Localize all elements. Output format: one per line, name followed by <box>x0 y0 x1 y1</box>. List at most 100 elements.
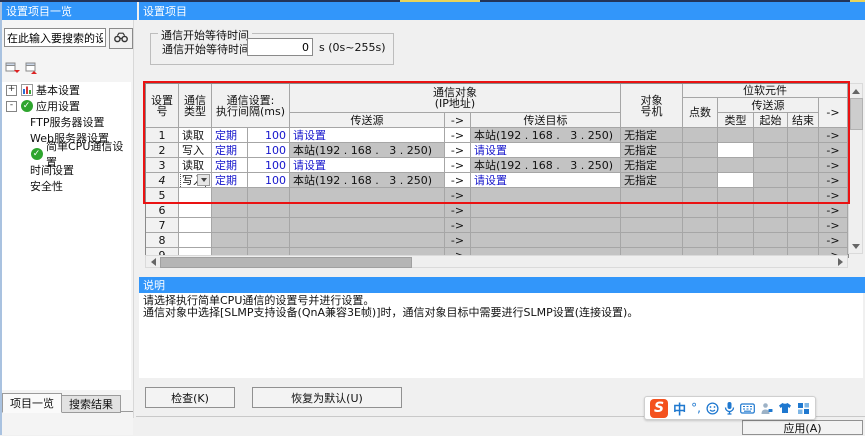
tree-item-应用设置[interactable]: -✓应用设置 <box>2 98 131 114</box>
row-number[interactable]: 3 <box>146 158 179 173</box>
tree-item-简单CPU通信设置[interactable]: ✓简单CPU通信设置 <box>2 146 131 162</box>
transfer-source-cell[interactable]: 本站(192 . 168 . 3 . 250) <box>290 143 445 158</box>
col-header-points: 点数 <box>683 98 718 128</box>
table-horizontal-scrollbar[interactable] <box>145 255 848 268</box>
tab-item-list[interactable]: 项目一览 <box>2 393 62 413</box>
vertical-scroll-thumb[interactable] <box>850 98 863 130</box>
punctuation-icon[interactable]: °, <box>691 401 701 415</box>
row-number[interactable]: 6 <box>146 203 179 218</box>
comm-setting-cell[interactable] <box>212 218 248 233</box>
target-station-cell[interactable]: 无指定 <box>621 128 683 143</box>
sogou-logo-icon[interactable]: S <box>650 399 668 418</box>
target-station-cell[interactable]: 无指定 <box>621 143 683 158</box>
interval-cell[interactable]: 100 <box>248 128 290 143</box>
tree-item-安全性[interactable]: 安全性 <box>2 178 131 194</box>
transfer-source-cell[interactable] <box>290 188 445 203</box>
bit-type-cell[interactable] <box>718 143 754 158</box>
panel-splitter[interactable] <box>133 20 134 418</box>
comm-type-cell[interactable]: 写入 <box>179 173 212 188</box>
target-station-cell[interactable] <box>621 203 683 218</box>
comm-setting-cell[interactable] <box>212 203 248 218</box>
tree-item-基本设置[interactable]: +基本设置 <box>2 82 131 98</box>
transfer-dest-cell[interactable] <box>471 233 621 248</box>
chinese-mode-icon[interactable]: 中 <box>673 399 686 418</box>
comm-setting-cell[interactable]: 定期 <box>212 143 248 158</box>
comm-type-cell[interactable]: 读取 <box>179 128 212 143</box>
person-icon[interactable] <box>760 402 773 415</box>
horizontal-scroll-thumb[interactable] <box>160 257 412 268</box>
settings-panel-title-bar: 设置项目 <box>139 2 865 20</box>
interval-cell[interactable]: 100 <box>248 173 290 188</box>
target-station-cell[interactable] <box>621 233 683 248</box>
collapse-icon[interactable]: - <box>6 101 17 112</box>
tree-item-FTP服务器设置[interactable]: FTP服务器设置 <box>2 114 131 130</box>
col-header-bit-end: 结束 <box>788 113 819 128</box>
microphone-icon[interactable] <box>724 401 735 415</box>
transfer-dest-cell[interactable] <box>471 188 621 203</box>
comm-type-cell[interactable] <box>179 233 212 248</box>
search-input[interactable] <box>4 28 106 47</box>
row-number[interactable]: 7 <box>146 218 179 233</box>
interval-cell[interactable] <box>248 188 290 203</box>
expand-icon[interactable]: + <box>6 85 17 96</box>
dropdown-arrow-icon[interactable] <box>197 174 210 186</box>
transfer-dest-cell[interactable] <box>471 203 621 218</box>
scroll-left-icon[interactable] <box>146 256 159 267</box>
toolbox-grid-icon[interactable] <box>797 402 810 415</box>
search-button[interactable] <box>109 28 133 49</box>
transfer-source-cell[interactable] <box>290 203 445 218</box>
interval-cell[interactable]: 100 <box>248 143 290 158</box>
target-station-cell[interactable]: 无指定 <box>621 173 683 188</box>
transfer-source-cell[interactable] <box>290 218 445 233</box>
comm-setting-cell[interactable]: 定期 <box>212 158 248 173</box>
comm-setting-cell[interactable]: 定期 <box>212 173 248 188</box>
comm-setting-cell[interactable] <box>212 188 248 203</box>
keyboard-icon[interactable] <box>740 403 755 414</box>
comm-setting-cell[interactable] <box>212 233 248 248</box>
transfer-source-cell[interactable]: 请设置 <box>290 128 445 143</box>
table-vertical-scrollbar[interactable] <box>848 83 863 254</box>
scroll-down-icon[interactable] <box>849 240 862 253</box>
collapse-all-icon[interactable] <box>4 60 20 76</box>
scroll-up-icon[interactable] <box>849 84 862 97</box>
transfer-source-cell[interactable]: 请设置 <box>290 158 445 173</box>
apply-button[interactable]: 应用(A) <box>742 420 863 435</box>
skin-shirt-icon[interactable] <box>778 402 792 414</box>
transfer-source-cell[interactable] <box>290 233 445 248</box>
interval-cell[interactable]: 100 <box>248 158 290 173</box>
wait-time-input[interactable] <box>247 38 313 56</box>
transfer-dest-cell[interactable]: 本站(192 . 168 . 3 . 250) <box>471 158 621 173</box>
comm-setting-cell[interactable]: 定期 <box>212 128 248 143</box>
row-number[interactable]: 8 <box>146 233 179 248</box>
transfer-dest-cell[interactable]: 本站(192 . 168 . 3 . 250) <box>471 128 621 143</box>
target-station-cell[interactable]: 无指定 <box>621 158 683 173</box>
comm-type-cell[interactable]: 读取 <box>179 158 212 173</box>
transfer-dest-cell[interactable]: 请设置 <box>471 173 621 188</box>
tab-search-results[interactable]: 搜索结果 <box>62 395 121 413</box>
target-station-cell[interactable] <box>621 218 683 233</box>
target-station-cell[interactable] <box>621 188 683 203</box>
arrow-cell: -> <box>819 188 848 203</box>
bit-type-cell[interactable] <box>718 173 754 188</box>
expand-all-icon[interactable] <box>24 60 40 76</box>
arrow-cell: -> <box>445 218 471 233</box>
check-button[interactable]: 检查(K) <box>145 387 235 408</box>
comm-type-cell[interactable] <box>179 218 212 233</box>
interval-cell[interactable] <box>248 203 290 218</box>
restore-default-button[interactable]: 恢复为默认(U) <box>252 387 402 408</box>
row-number[interactable]: 1 <box>146 128 179 143</box>
transfer-dest-cell[interactable]: 请设置 <box>471 143 621 158</box>
scroll-right-icon[interactable] <box>834 256 847 267</box>
row-number[interactable]: 2 <box>146 143 179 158</box>
transfer-source-cell[interactable]: 本站(192 . 168 . 3 . 250) <box>290 173 445 188</box>
row-number[interactable]: 4 <box>146 173 179 188</box>
emoji-icon[interactable] <box>706 402 719 415</box>
comm-type-cell[interactable] <box>179 188 212 203</box>
comm-type-cell[interactable] <box>179 203 212 218</box>
interval-cell[interactable] <box>248 233 290 248</box>
transfer-dest-cell[interactable] <box>471 218 621 233</box>
comm-type-cell[interactable]: 写入 <box>179 143 212 158</box>
bit-start-cell <box>754 158 788 173</box>
interval-cell[interactable] <box>248 218 290 233</box>
row-number[interactable]: 5 <box>146 188 179 203</box>
